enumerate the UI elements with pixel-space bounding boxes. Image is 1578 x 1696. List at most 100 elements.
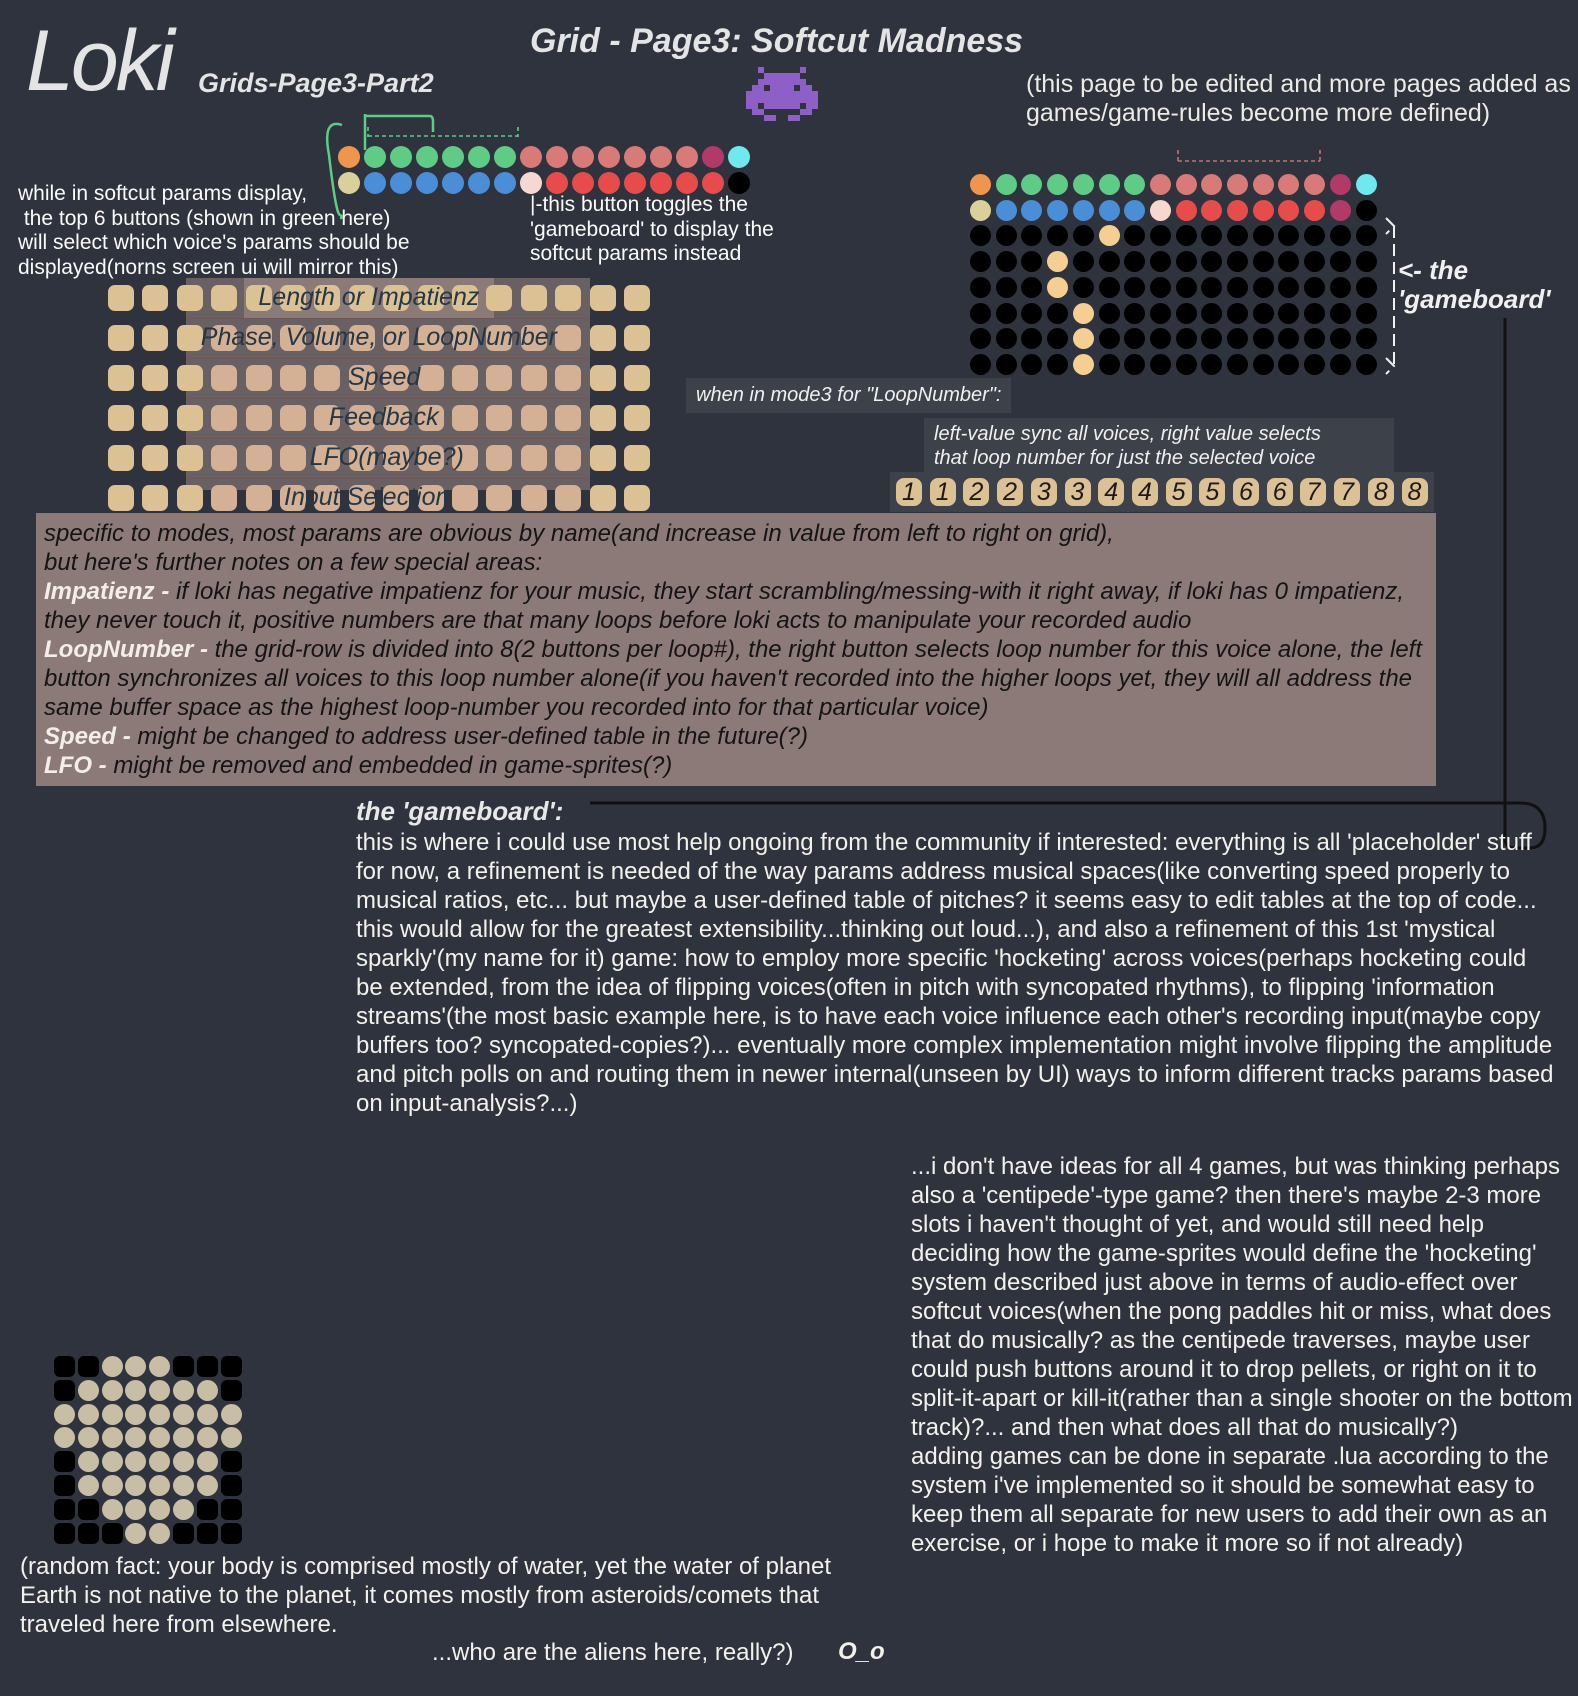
param-button[interactable] bbox=[108, 325, 134, 351]
param-button[interactable] bbox=[417, 365, 444, 391]
gameboard-cell[interactable] bbox=[1047, 302, 1069, 324]
gameboard-cell[interactable] bbox=[1304, 302, 1326, 324]
param-button[interactable] bbox=[486, 365, 513, 391]
grid-button[interactable] bbox=[728, 146, 750, 168]
gameboard-cell[interactable] bbox=[1149, 251, 1171, 273]
grid-button[interactable] bbox=[702, 172, 724, 194]
param-button[interactable] bbox=[452, 485, 478, 511]
grid-button[interactable] bbox=[442, 146, 464, 168]
grid-button[interactable] bbox=[598, 146, 620, 168]
param-button[interactable] bbox=[314, 365, 341, 391]
gameboard-cell[interactable] bbox=[995, 276, 1017, 298]
gameboard-cell[interactable] bbox=[1175, 276, 1197, 298]
gameboard-cell[interactable] bbox=[1329, 199, 1351, 221]
gameboard-cell[interactable] bbox=[1175, 225, 1197, 247]
param-button[interactable] bbox=[624, 365, 650, 391]
param-button[interactable] bbox=[589, 325, 616, 351]
grid-button[interactable] bbox=[520, 146, 542, 168]
gameboard-cell[interactable] bbox=[1072, 328, 1094, 350]
grid-button[interactable] bbox=[468, 172, 490, 194]
param-button[interactable] bbox=[245, 365, 272, 391]
gameboard-cell[interactable] bbox=[1329, 174, 1351, 195]
gameboard-cell[interactable] bbox=[1355, 302, 1377, 324]
grid-button[interactable] bbox=[364, 146, 386, 168]
param-button[interactable] bbox=[589, 285, 616, 311]
gameboard-cell[interactable] bbox=[1175, 174, 1197, 195]
loop-number-button[interactable]: 2 bbox=[963, 478, 990, 506]
param-button[interactable] bbox=[211, 365, 238, 391]
gameboard-cell[interactable] bbox=[1175, 302, 1197, 324]
gameboard-cell[interactable] bbox=[1355, 174, 1377, 195]
param-button[interactable] bbox=[555, 285, 582, 311]
grid-button[interactable] bbox=[494, 146, 516, 168]
grid-button[interactable] bbox=[676, 146, 698, 168]
gameboard-cell[interactable] bbox=[1098, 302, 1120, 324]
gameboard-cell[interactable] bbox=[970, 276, 991, 298]
gameboard-cell[interactable] bbox=[1329, 328, 1351, 350]
gameboard-cell[interactable] bbox=[970, 174, 991, 195]
loop-number-button[interactable]: 6 bbox=[1233, 478, 1259, 506]
loop-number-button[interactable]: 8 bbox=[1367, 478, 1394, 506]
gameboard-cell[interactable] bbox=[1355, 328, 1377, 350]
loop-number-button[interactable]: 7 bbox=[1300, 478, 1327, 506]
grid-button[interactable] bbox=[416, 172, 438, 194]
param-button[interactable] bbox=[245, 445, 272, 471]
param-button[interactable] bbox=[245, 485, 272, 511]
gameboard-cell[interactable] bbox=[1227, 174, 1248, 195]
gameboard-cell[interactable] bbox=[1072, 353, 1094, 375]
loop-number-button[interactable]: 2 bbox=[997, 478, 1024, 506]
gameboard-cell[interactable] bbox=[1149, 302, 1171, 324]
gameboard-cell[interactable] bbox=[1175, 328, 1197, 350]
param-button[interactable] bbox=[142, 365, 169, 391]
param-button[interactable] bbox=[176, 365, 203, 391]
param-button[interactable] bbox=[555, 405, 582, 431]
gameboard-cell[interactable] bbox=[1047, 353, 1069, 375]
grid-button[interactable] bbox=[702, 146, 724, 168]
gameboard-cell[interactable] bbox=[1072, 251, 1094, 273]
gameboard-cell[interactable] bbox=[1124, 353, 1146, 375]
loop-number-button[interactable]: 7 bbox=[1334, 478, 1361, 506]
gameboard-cell[interactable] bbox=[970, 302, 991, 324]
param-button[interactable] bbox=[108, 285, 134, 311]
gameboard-cell[interactable] bbox=[1304, 174, 1326, 195]
param-button[interactable] bbox=[245, 405, 272, 431]
gameboard-cell[interactable] bbox=[1149, 174, 1171, 195]
param-button[interactable] bbox=[142, 325, 169, 351]
gameboard-cell[interactable] bbox=[1072, 276, 1094, 298]
gameboard-cell[interactable] bbox=[1329, 276, 1351, 298]
gameboard-cell[interactable] bbox=[1252, 199, 1274, 221]
gameboard-cell[interactable] bbox=[1329, 353, 1351, 375]
param-button[interactable] bbox=[211, 445, 238, 471]
gameboard-cell[interactable] bbox=[1072, 174, 1094, 195]
grid-button[interactable] bbox=[572, 172, 594, 194]
grid-button[interactable] bbox=[650, 146, 672, 168]
param-button[interactable] bbox=[108, 365, 134, 391]
param-button[interactable] bbox=[520, 285, 547, 311]
gameboard-cell[interactable] bbox=[970, 353, 991, 375]
gameboard-cell[interactable] bbox=[1329, 251, 1351, 273]
param-button[interactable] bbox=[176, 285, 203, 311]
gameboard-cell[interactable] bbox=[1355, 276, 1377, 298]
gameboard-cell[interactable] bbox=[1072, 199, 1094, 221]
gameboard-cell[interactable] bbox=[1047, 174, 1069, 195]
gameboard-cell[interactable] bbox=[1175, 353, 1197, 375]
gameboard-cell[interactable] bbox=[1098, 199, 1120, 221]
grid-button[interactable] bbox=[390, 146, 412, 168]
gameboard-cell[interactable] bbox=[1304, 353, 1326, 375]
gameboard-cell[interactable] bbox=[1278, 302, 1300, 324]
grid-button[interactable] bbox=[624, 146, 646, 168]
param-button[interactable] bbox=[589, 445, 616, 471]
gameboard-cell[interactable] bbox=[1252, 302, 1274, 324]
param-button[interactable] bbox=[555, 445, 582, 471]
param-button[interactable] bbox=[280, 365, 306, 391]
param-button[interactable] bbox=[624, 405, 650, 431]
grid-button[interactable] bbox=[494, 172, 516, 194]
param-button[interactable] bbox=[211, 485, 238, 511]
param-button[interactable] bbox=[176, 485, 203, 511]
param-button[interactable] bbox=[176, 405, 203, 431]
gameboard-cell[interactable] bbox=[1175, 199, 1197, 221]
param-button[interactable] bbox=[520, 445, 547, 471]
gameboard-cell[interactable] bbox=[1175, 251, 1197, 273]
param-button[interactable] bbox=[555, 365, 582, 391]
loop-number-button[interactable]: 1 bbox=[896, 478, 922, 506]
